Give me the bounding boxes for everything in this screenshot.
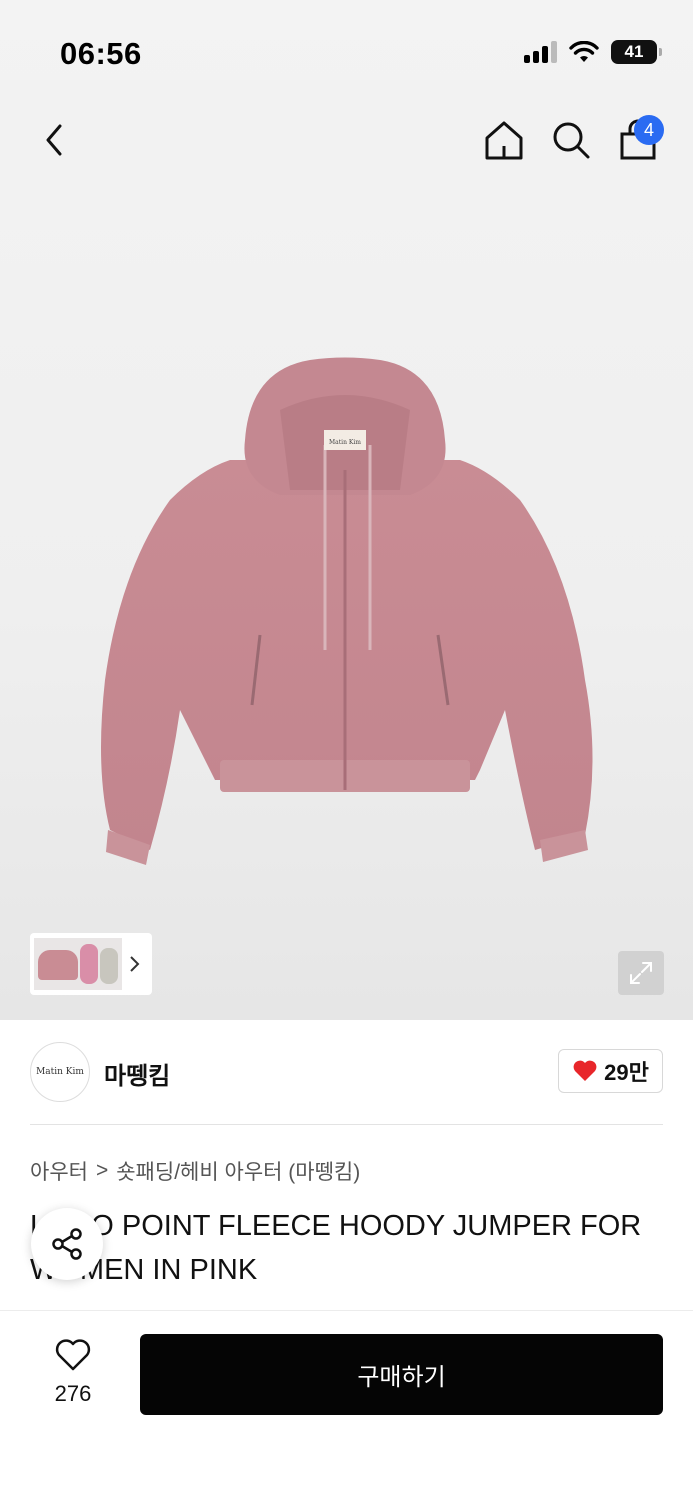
- heart-filled-icon: [573, 1060, 597, 1081]
- brand-like-count: 29만: [604, 1060, 649, 1085]
- buy-button[interactable]: 구매하기: [140, 1334, 663, 1415]
- product-title: LOGO POINT FLEECE HOODY JUMPER FOR WOMEN…: [30, 1210, 642, 1286]
- jacket-label: Matin Kim: [329, 439, 361, 446]
- wishlist-button[interactable]: 276: [40, 1338, 106, 1407]
- expand-icon: [630, 962, 652, 984]
- breadcrumb-category[interactable]: 아우터: [30, 1156, 88, 1186]
- brand-logo[interactable]: Matin Kim: [30, 1042, 90, 1102]
- signal-icon: [524, 41, 557, 63]
- chevron-right-icon[interactable]: [128, 954, 142, 974]
- thumbnail-images[interactable]: [34, 938, 122, 990]
- divider: [30, 1124, 663, 1125]
- expand-image-button[interactable]: [618, 951, 664, 995]
- wishlist-count: 276: [54, 1381, 92, 1406]
- status-icons: 41: [524, 40, 662, 64]
- brand-name[interactable]: 마뗑킴: [104, 1056, 170, 1091]
- wifi-icon: [569, 41, 599, 62]
- battery-icon: 41: [611, 40, 662, 64]
- battery-level: 41: [624, 42, 644, 61]
- search-icon[interactable]: [549, 118, 593, 162]
- product-image-area[interactable]: 06:56 41 4 Matin Kim: [0, 0, 693, 1020]
- thumbnail-strip[interactable]: [30, 933, 152, 995]
- brand-logo-text: Matin Kim: [36, 1067, 84, 1077]
- product-image[interactable]: Matin Kim: [80, 350, 610, 890]
- share-icon: [52, 1228, 82, 1260]
- breadcrumb-separator: >: [95, 1159, 109, 1182]
- heart-outline-icon: [55, 1339, 91, 1371]
- breadcrumb: 아우터 > 숏패딩/헤비 아우터 (마뗑킴): [30, 1156, 360, 1186]
- breadcrumb-subcategory[interactable]: 숏패딩/헤비 아우터 (마뗑킴): [116, 1156, 360, 1186]
- brand-like-button[interactable]: 29만: [558, 1049, 663, 1093]
- back-arrow-icon[interactable]: [36, 118, 76, 162]
- share-button[interactable]: [31, 1208, 103, 1280]
- status-time: 06:56: [60, 36, 142, 71]
- home-icon[interactable]: [482, 118, 526, 162]
- cart-count-badge: 4: [634, 115, 664, 145]
